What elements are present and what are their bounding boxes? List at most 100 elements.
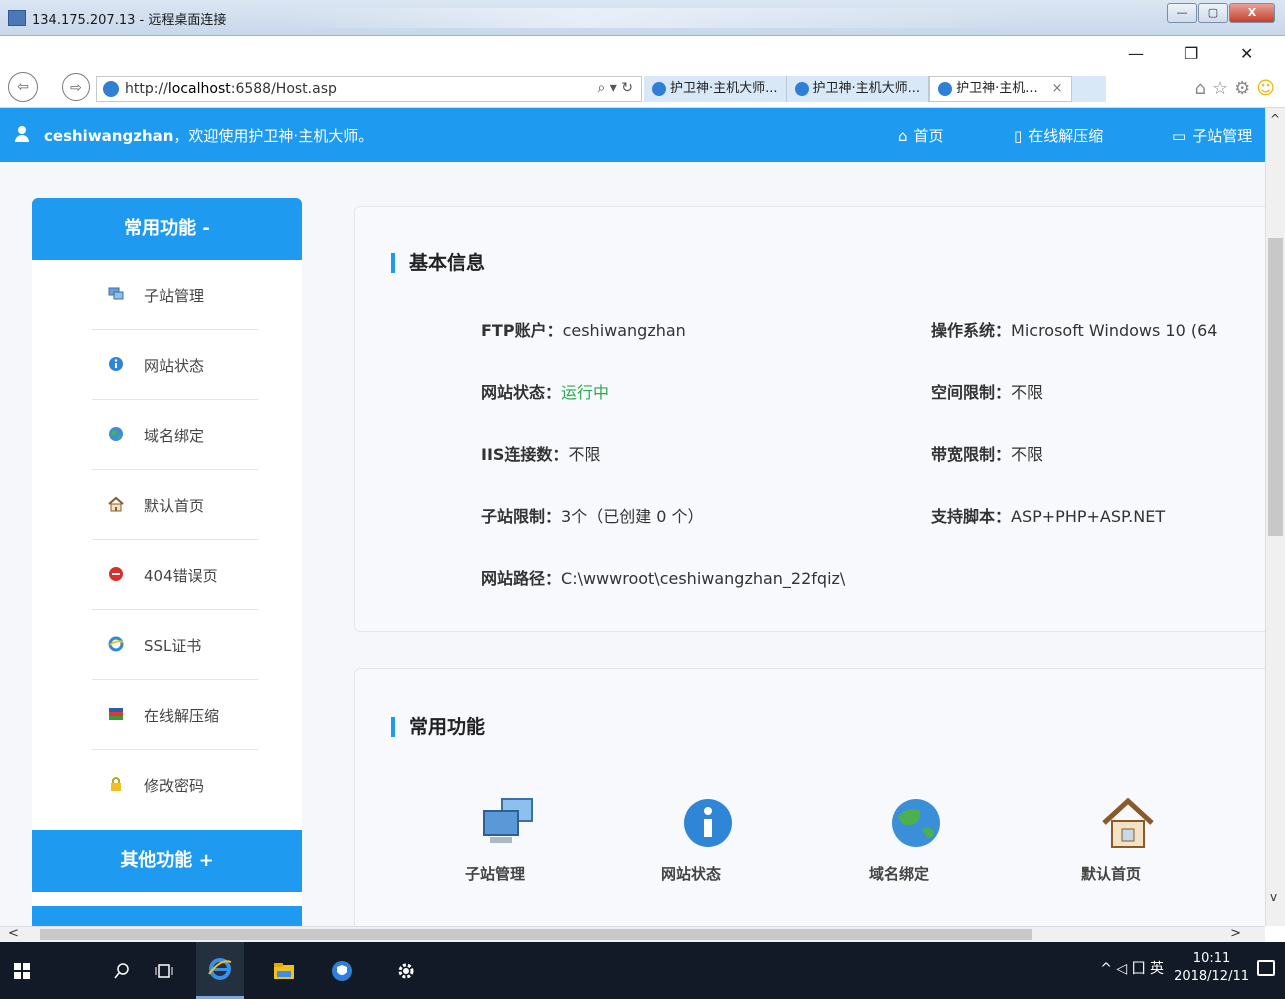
tab-strip: 护卫神·主机大师... 护卫神·主机大师... 护卫神·主机... ×	[644, 76, 1106, 102]
blurred-titlebar-region	[280, 8, 1040, 28]
system-tray: ^ ◁ 囗 英 10:11 2018/12/11	[1100, 950, 1249, 986]
browser-restore-button[interactable]: ❐	[1184, 44, 1198, 63]
func-status[interactable]: 网站状态	[631, 797, 751, 883]
sidebar: 常用功能 - 子站管理 网站状态 域名绑定 默认首页 404错误页 SSL证书 …	[32, 198, 302, 926]
scroll-up-arrow-icon[interactable]: ^	[1270, 112, 1280, 126]
tray-icons[interactable]: ^ ◁ 囗 英	[1100, 958, 1164, 978]
sidebar-item-unzip[interactable]: 在线解压缩	[32, 680, 302, 750]
scroll-down-arrow-icon[interactable]: v	[1270, 890, 1277, 904]
remote-desktop-titlebar: 134.175.207.13 - 远程桌面连接 — ▢ X	[0, 0, 1285, 36]
file-icon: ▯	[1014, 127, 1023, 145]
sidebar-item-ssl[interactable]: SSL证书	[32, 610, 302, 680]
nav-unzip-link[interactable]: ▯ 在线解压缩	[1014, 125, 1103, 146]
address-bar[interactable]: http://localhost:6588/Host.asp ⌕ ▾ ↻	[96, 76, 642, 102]
browser-toolbar-icons: ⌂ ☆ ⚙ ☺	[1195, 78, 1275, 99]
welcome-text: ceshiwangzhan，欢迎使用护卫神·主机大师。	[44, 127, 374, 145]
forward-arrow-icon[interactable]: ⇨	[62, 73, 90, 101]
tab-2[interactable]: 护卫神·主机大师...	[786, 76, 930, 102]
horizontal-scrollbar[interactable]: < >	[0, 926, 1265, 942]
start-button[interactable]	[0, 942, 44, 999]
sidebar-section-next[interactable]	[32, 906, 302, 926]
page-viewport: ceshiwangzhan，欢迎使用护卫神·主机大师。 ⌂ 首页 ▯ 在线解压缩 ▭…	[0, 108, 1265, 926]
info-icon	[109, 357, 123, 371]
func-domain[interactable]: 域名绑定	[839, 797, 959, 883]
site-path: 网站路径：C:\wwwroot\ceshiwangzhan_22fqiz\	[481, 569, 846, 588]
sidebar-item-subsite[interactable]: 子站管理	[32, 260, 302, 330]
home-icon: ⌂	[898, 127, 908, 145]
globe-icon	[109, 427, 123, 441]
feedback-smiley-icon[interactable]: ☺	[1256, 78, 1275, 99]
clock-date: 2018/12/11	[1174, 969, 1249, 984]
tab-3-active[interactable]: 护卫神·主机... ×	[929, 76, 1072, 102]
common-functions-card: 常用功能 子站管理 网站状态 域名绑定 默认首页	[354, 668, 1265, 926]
basic-info-card: 基本信息 FTP账户：ceshiwangzhan 网站状态：运行中 IIS连接数…	[354, 206, 1265, 632]
operating-system: 操作系统：Microsoft Windows 10 (64	[931, 321, 1218, 340]
computer-icon	[483, 798, 533, 843]
browser-window-controls-row: — ❐ ✕	[0, 36, 1285, 68]
search-icon[interactable]	[100, 942, 144, 999]
sidebar-item-404[interactable]: 404错误页	[32, 540, 302, 610]
common-functions-title: 常用功能	[391, 717, 485, 737]
sidebar-item-domain[interactable]: 域名绑定	[32, 400, 302, 470]
lock-icon	[111, 777, 121, 791]
sidebar-section-other[interactable]: 其他功能 +	[32, 830, 302, 892]
tab-close-icon[interactable]: ×	[1052, 76, 1063, 102]
ftp-account: FTP账户：ceshiwangzhan	[481, 321, 686, 340]
supported-scripts: 支持脚本：ASP+PHP+ASP.NET	[931, 507, 1166, 526]
browser-nav-bar: ⇦ ⇨ http://localhost:6588/Host.asp ⌕ ▾ ↻…	[0, 68, 1285, 108]
action-center-icon[interactable]	[1257, 960, 1275, 976]
settings-gear-icon[interactable]	[384, 942, 428, 999]
home-icon[interactable]: ⌂	[1195, 78, 1206, 99]
new-tab-button[interactable]	[1071, 76, 1106, 102]
remote-minimize-button[interactable]: —	[1167, 3, 1197, 23]
sidebar-item-default-page[interactable]: 默认首页	[32, 470, 302, 540]
subsite-limit: 子站限制：3个（已创建 0 个）	[481, 507, 704, 526]
home-icon	[1102, 797, 1154, 848]
tab-1[interactable]: 护卫神·主机大师...	[644, 76, 787, 102]
func-default-page[interactable]: 默认首页	[1051, 797, 1171, 883]
tab-favicon-icon	[652, 82, 666, 96]
scroll-left-arrow-icon[interactable]: <	[8, 926, 19, 941]
home-icon	[108, 496, 124, 512]
clock-time: 10:11	[1192, 951, 1231, 966]
windows-logo-icon	[14, 962, 30, 979]
vertical-scroll-thumb[interactable]	[1268, 238, 1283, 536]
archive-icon	[109, 708, 123, 720]
sidebar-section-common[interactable]: 常用功能 -	[32, 198, 302, 260]
browser-close-button[interactable]: ✕	[1240, 44, 1253, 63]
settings-gear-icon[interactable]: ⚙	[1234, 78, 1250, 99]
task-view-icon[interactable]	[142, 942, 186, 999]
huweishen-shield-icon[interactable]	[320, 942, 364, 999]
favorites-star-icon[interactable]: ☆	[1212, 78, 1228, 99]
back-arrow-icon[interactable]: ⇦	[8, 72, 38, 102]
tab-favicon-icon	[794, 82, 809, 96]
user-icon	[14, 126, 30, 142]
func-subsite[interactable]: 子站管理	[435, 797, 555, 883]
vertical-scrollbar[interactable]: ^ v	[1265, 108, 1285, 926]
remote-maximize-button[interactable]: ▢	[1198, 3, 1228, 23]
space-limit: 空间限制：不限	[931, 383, 1044, 402]
browser-minimize-button[interactable]: —	[1128, 44, 1144, 63]
info-icon	[684, 799, 732, 847]
error-404-icon	[109, 567, 123, 581]
bandwidth-limit: 带宽限制：不限	[931, 445, 1044, 464]
nav-subsite-link[interactable]: ▭ 子站管理	[1172, 125, 1252, 146]
remote-desktop-icon	[8, 10, 26, 26]
site-top-bar: ceshiwangzhan，欢迎使用护卫神·主机大师。 ⌂ 首页 ▯ 在线解压缩 ▭…	[0, 108, 1265, 162]
sidebar-item-password[interactable]: 修改密码	[32, 750, 302, 820]
remote-close-button[interactable]: X	[1229, 3, 1275, 23]
sidebar-item-status[interactable]: 网站状态	[32, 330, 302, 400]
computer-icon	[108, 287, 124, 300]
horizontal-scroll-thumb[interactable]	[40, 929, 1032, 940]
iis-connections: IIS连接数：不限	[481, 445, 601, 464]
nav-home-link[interactable]: ⌂ 首页	[898, 125, 944, 146]
ssl-icon	[108, 636, 124, 652]
internet-explorer-icon[interactable]	[196, 942, 244, 999]
url-text[interactable]: http://localhost:6588/Host.asp	[125, 81, 337, 97]
scroll-right-arrow-icon[interactable]: >	[1230, 926, 1241, 941]
file-explorer-icon[interactable]	[262, 942, 306, 999]
clock[interactable]: 10:11 2018/12/11	[1174, 950, 1249, 986]
globe-icon	[892, 799, 940, 847]
search-refresh-controls[interactable]: ⌕ ▾ ↻	[598, 80, 634, 96]
site-status: 网站状态：运行中	[481, 383, 610, 402]
